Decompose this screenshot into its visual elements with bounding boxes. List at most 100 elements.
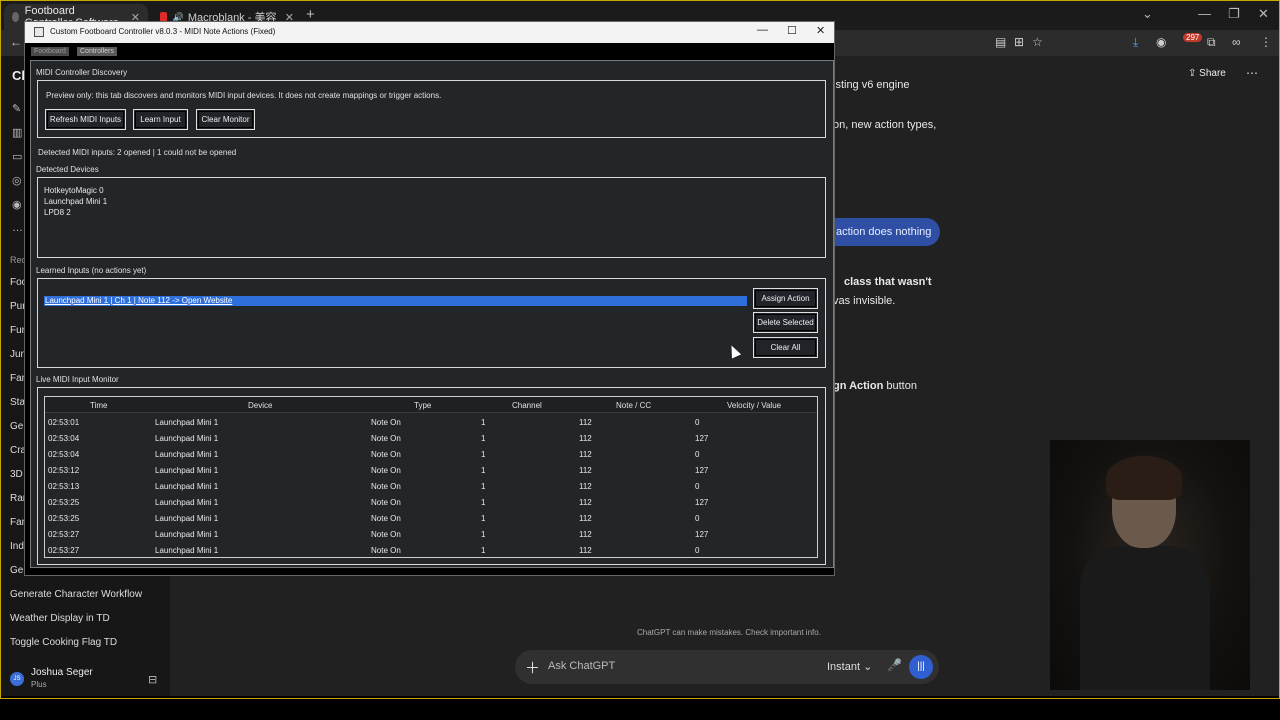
user-message-bubble: action does nothing — [826, 218, 940, 246]
composer[interactable]: ＋ Ask ChatGPT Instant ⌄ 🎤 ||| — [515, 650, 939, 684]
table-cell: 1 — [481, 466, 486, 475]
column-header[interactable]: Time — [90, 401, 107, 410]
column-header[interactable]: Channel — [512, 401, 542, 410]
sidebar-toggle-icon[interactable]: ⊟ — [148, 673, 157, 686]
tab-footboard[interactable]: Footboard — [31, 47, 69, 56]
column-header[interactable]: Type — [414, 401, 431, 410]
mode-selector[interactable]: Instant ⌄ — [827, 660, 872, 673]
close-icon[interactable]: ✕ — [1258, 6, 1269, 22]
table-cell: 02:53:04 — [48, 450, 80, 459]
column-header[interactable]: Device — [248, 401, 272, 410]
table-cell: 112 — [579, 530, 592, 539]
back-icon[interactable]: ← — [10, 35, 22, 49]
chevron-down-icon: ⌄ — [863, 661, 873, 673]
table-row[interactable]: 02:53:04 Launchpad Mini 1 Note On 1 112 0 — [45, 446, 817, 462]
table-row[interactable]: 02:53:27 Launchpad Mini 1 Note On 1 112 0 — [45, 542, 817, 558]
clear-all-button[interactable]: Clear All — [753, 337, 818, 358]
column-header[interactable]: Velocity / Value — [727, 401, 781, 410]
learned-box — [37, 278, 826, 368]
bookmark-star-icon[interactable]: ☆ — [1032, 35, 1043, 49]
table-cell: 112 — [579, 418, 592, 427]
table-row[interactable]: 02:53:12 Launchpad Mini 1 Note On 1 112 127 — [45, 462, 817, 478]
tab-search-icon[interactable]: ⌄ — [1142, 6, 1153, 22]
user-name: Joshua Seger — [31, 667, 93, 678]
more-icon[interactable]: … — [12, 222, 23, 234]
install-icon[interactable]: ⊞ — [1014, 35, 1024, 49]
share-label: Share — [1199, 68, 1226, 79]
chat-text-fragment: vas invisible. — [833, 295, 896, 307]
assign-action-button[interactable]: Assign Action — [753, 288, 818, 309]
table-cell: 112 — [579, 466, 592, 475]
device-item[interactable]: LPD8 2 — [44, 208, 71, 217]
reading-mode-icon[interactable]: ▤ — [995, 35, 1006, 49]
webcam-overlay — [1050, 440, 1250, 690]
mode-label: Instant — [827, 661, 861, 673]
download-icon[interactable]: ⤓ — [1133, 35, 1138, 50]
chat-text-fragment: on, new action types, — [833, 119, 937, 131]
devices-list[interactable] — [37, 177, 826, 258]
window-title: Custom Footboard Controller v8.0.3 - MID… — [50, 27, 276, 36]
device-item[interactable]: Launchpad Mini 1 — [44, 197, 107, 206]
disclaimer: ChatGPT can make mistakes. Check importa… — [637, 628, 821, 637]
device-item[interactable]: HotkeytoMagic 0 — [44, 186, 104, 195]
table-cell: 1 — [481, 514, 486, 523]
chat-text-fragment: gn Action button — [833, 380, 917, 392]
table-cell: Note On — [371, 434, 401, 443]
minimize-icon[interactable]: — — [757, 24, 768, 36]
new-chat-icon[interactable]: ✎ — [12, 102, 21, 115]
avatar[interactable]: JS — [10, 672, 24, 686]
composer-input[interactable]: Ask ChatGPT — [548, 660, 615, 672]
table-cell: 0 — [695, 546, 700, 555]
table-row[interactable]: 02:53:25 Launchpad Mini 1 Note On 1 112 127 — [45, 494, 817, 510]
learn-input-button[interactable]: Learn Input — [133, 109, 188, 130]
tab-controllers[interactable]: Controllers — [77, 47, 117, 56]
settings-icon — [12, 12, 19, 22]
gpts-icon[interactable]: ◉ — [12, 198, 22, 211]
table-cell: 1 — [481, 546, 486, 555]
table-cell: 1 — [481, 498, 486, 507]
learned-list-item-selected[interactable]: Launchpad Mini 1 | Ch 1 | Note 112 -> Op… — [44, 296, 747, 306]
table-cell: 0 — [695, 418, 700, 427]
table-cell: Note On — [371, 530, 401, 539]
library-icon[interactable]: ▥ — [12, 126, 22, 139]
table-cell: 02:53:25 — [48, 514, 80, 523]
table-cell: Note On — [371, 514, 401, 523]
table-row[interactable]: 02:53:13 Launchpad Mini 1 Note On 1 112 0 — [45, 478, 817, 494]
microphone-icon[interactable]: 🎤 — [887, 658, 902, 672]
column-header[interactable]: Note / CC — [616, 401, 651, 410]
folder-icon[interactable]: ▭ — [12, 150, 22, 163]
maximize-icon[interactable]: ☐ — [787, 24, 797, 37]
close-icon[interactable]: ✕ — [816, 24, 825, 37]
explore-icon[interactable]: ◎ — [12, 174, 22, 187]
restore-icon[interactable]: ❐ — [1228, 6, 1240, 22]
sidebar-item[interactable]: Generate Character Workflow — [10, 589, 142, 600]
profile-icon[interactable]: ◉ — [1156, 35, 1166, 49]
monitor-title: Live MIDI Input Monitor — [36, 375, 119, 384]
refresh-midi-inputs-button[interactable]: Refresh MIDI Inputs — [45, 109, 126, 130]
extensions-icon[interactable]: ⧉ — [1207, 35, 1216, 50]
clear-monitor-button[interactable]: Clear Monitor — [196, 109, 255, 130]
table-cell: Launchpad Mini 1 — [155, 450, 219, 459]
monitor-table[interactable]: Time Device Type Channel Note / CC Veloc… — [44, 396, 818, 558]
table-row[interactable]: 02:53:01 Launchpad Mini 1 Note On 1 112 0 — [45, 414, 817, 430]
delete-selected-button[interactable]: Delete Selected — [753, 312, 818, 333]
sidebar-item[interactable]: Toggle Cooking Flag TD — [10, 637, 117, 648]
voice-mode-button[interactable]: ||| — [909, 655, 933, 679]
discovery-note: Preview only: this tab discovers and mon… — [46, 91, 442, 100]
share-button[interactable]: ⇪ Share — [1188, 68, 1226, 79]
table-cell: 02:53:12 — [48, 466, 80, 475]
minimize-icon[interactable]: — — [1198, 6, 1211, 21]
app-titlebar: Custom Footboard Controller v8.0.3 - MID… — [25, 22, 834, 43]
table-row[interactable]: 02:53:04 Launchpad Mini 1 Note On 1 112 127 — [45, 430, 817, 446]
notification-badge: 297 — [1183, 33, 1203, 42]
attach-plus-icon[interactable]: ＋ — [525, 657, 540, 678]
table-row[interactable]: 02:53:25 Launchpad Mini 1 Note On 1 112 0 — [45, 510, 817, 526]
menu-icon[interactable]: ⋮ — [1260, 35, 1272, 49]
table-cell: 1 — [481, 434, 486, 443]
extension-glasses-icon[interactable]: ∞ — [1232, 35, 1241, 49]
more-options-icon[interactable]: ⋯ — [1246, 66, 1258, 80]
table-cell: 112 — [579, 546, 592, 555]
table-row[interactable]: 02:53:27 Launchpad Mini 1 Note On 1 112 127 — [45, 526, 817, 542]
table-cell: Launchpad Mini 1 — [155, 546, 219, 555]
sidebar-item[interactable]: Weather Display in TD — [10, 613, 110, 624]
